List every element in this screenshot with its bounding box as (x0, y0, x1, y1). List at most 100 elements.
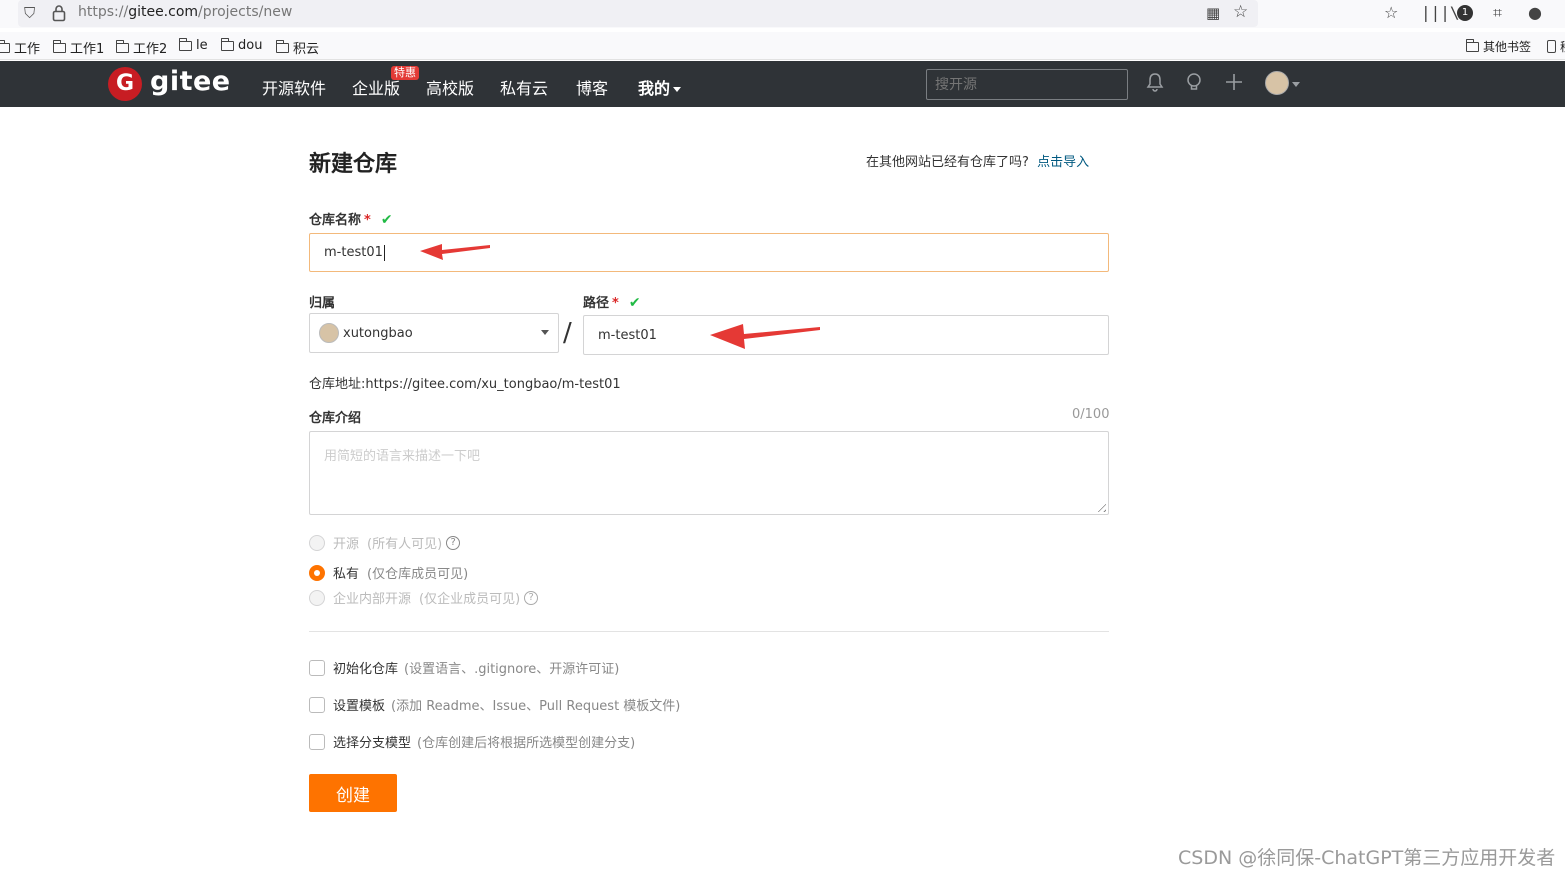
import-hint: 在其他网站已经有仓库了吗? 点击导入 (866, 151, 1089, 170)
repo-name-value: m-test01 (324, 245, 383, 260)
url-text[interactable]: https://gitee.com/projects/new (78, 4, 292, 20)
owner-label: 归属 (309, 296, 336, 311)
checkbox-label: 初始化仓库 (333, 662, 399, 677)
folder-icon (221, 37, 234, 51)
resize-handle-icon[interactable] (1094, 500, 1106, 512)
owner-select[interactable]: xutongbao (309, 313, 559, 353)
owner-value: xutongbao (343, 325, 413, 341)
checkbox-init-repo[interactable] (309, 659, 325, 676)
radio-open-source (309, 534, 325, 551)
bookmark-folder[interactable]: le (179, 37, 208, 53)
repo-address-label: 仓库地址: (309, 377, 366, 392)
phone-icon (1547, 40, 1556, 53)
bookmark-folder[interactable]: 工作2 (116, 38, 167, 57)
qr-code-icon[interactable]: ▦ (1206, 4, 1220, 22)
radio-hint: (仅企业成员可见) (419, 592, 521, 607)
radio-hint: (仅仓库成员可见) (367, 567, 469, 582)
library-icon[interactable]: |||\ (1421, 3, 1460, 22)
bookmark-label: dou (238, 38, 263, 53)
repo-name-label: 仓库名称 * ✔ (309, 209, 393, 228)
repo-address-value: https://gitee.com/xu_tongbao/m-test01 (365, 377, 621, 392)
nav-mine-label: 我的 (638, 79, 671, 98)
check-icon: ✔ (628, 295, 641, 311)
folder-icon (0, 39, 10, 53)
lightbulb-icon[interactable] (1185, 72, 1203, 97)
path-label-text: 路径 (583, 296, 610, 311)
bookmark-folder[interactable]: 积云 (276, 38, 319, 57)
bookmark-folder[interactable]: 工作1 (53, 38, 104, 57)
other-bookmarks-label: 其他书签 (1483, 40, 1532, 54)
chat-icon[interactable]: ● (1528, 3, 1542, 22)
visibility-open-source: 开源 (所有人可见) ? (309, 533, 461, 552)
chevron-down-icon (541, 330, 549, 335)
option-init-repo[interactable]: 初始化仓库 (设置语言、.gitignore、开源许可证) (309, 658, 619, 677)
help-icon[interactable]: ? (446, 535, 461, 550)
nav-open-source[interactable]: 开源软件 (262, 75, 326, 99)
create-repo-button[interactable]: 创建 (309, 774, 397, 812)
annotation-arrow-icon (710, 324, 820, 349)
chevron-down-icon[interactable] (1292, 82, 1300, 87)
bookmark-star-icon[interactable]: ☆ (1233, 2, 1248, 22)
folder-icon (179, 37, 192, 51)
bell-icon[interactable] (1146, 72, 1164, 97)
gitee-logo-icon[interactable]: G (108, 67, 142, 101)
folder-icon (276, 39, 289, 53)
intro-label: 仓库介绍 (309, 411, 362, 426)
radio-enterprise (309, 589, 325, 606)
radio-private[interactable] (309, 564, 325, 581)
intro-placeholder: 用简短的语言来描述一下吧 (324, 449, 481, 464)
repo-name-label-text: 仓库名称 (309, 213, 362, 228)
nav-private-cloud[interactable]: 私有云 (500, 75, 548, 99)
visibility-enterprise: 企业内部开源 (仅企业成员可见) ? (309, 588, 539, 607)
extension-badge-icon[interactable]: 1 (1457, 5, 1473, 21)
mobile-bookmarks[interactable]: 移 (1547, 38, 1565, 55)
page-title: 新建仓库 (309, 152, 398, 177)
reading-list-icon[interactable]: ☆ (1384, 3, 1398, 22)
bookmark-label: le (196, 38, 208, 53)
import-link[interactable]: 点击导入 (1037, 155, 1089, 170)
lock-icon[interactable] (52, 4, 66, 22)
option-templates[interactable]: 设置模板 (添加 Readme、Issue、Pull Request 模板文件) (309, 695, 680, 714)
bookmark-label: 积云 (293, 42, 320, 57)
shield-icon[interactable]: ⛉ (24, 4, 35, 22)
path-value: m-test01 (598, 327, 657, 343)
enterprise-promo-badge: 特惠 (391, 66, 419, 80)
gitee-logo-text[interactable]: gitee (150, 66, 231, 97)
site-search-input[interactable] (926, 69, 1128, 100)
folder-icon (116, 39, 129, 53)
visibility-private[interactable]: 私有 (仅仓库成员可见) (309, 563, 468, 582)
help-icon[interactable]: ? (524, 590, 539, 605)
user-avatar[interactable] (1265, 71, 1289, 95)
annotation-arrow-icon (420, 244, 490, 260)
bookmark-folder[interactable]: dou (221, 37, 263, 53)
path-label: 路径 * ✔ (583, 292, 641, 311)
other-bookmarks[interactable]: 其他书签 (1466, 38, 1531, 55)
checkbox-label: 选择分支模型 (333, 736, 412, 751)
owner-avatar (319, 323, 339, 343)
bookmarks-bar: 工作 工作1 工作2 le dou 积云 其他书签 移 (0, 32, 1565, 60)
required-mark: * (612, 296, 619, 311)
path-input[interactable]: m-test01 (583, 315, 1109, 355)
site-navbar: G gitee 开源软件 企业版 特惠 高校版 私有云 博客 我的 (0, 61, 1565, 107)
required-mark: * (364, 213, 371, 228)
bookmark-folder[interactable]: 工作 (0, 38, 40, 57)
checkbox-branch-model[interactable] (309, 733, 325, 750)
radio-label: 私有 (333, 567, 360, 582)
nav-blog[interactable]: 博客 (576, 75, 608, 99)
radio-label: 企业内部开源 (333, 592, 412, 607)
nav-mine[interactable]: 我的 (638, 75, 682, 99)
repo-address: 仓库地址:https://gitee.com/xu_tongbao/m-test… (309, 373, 621, 392)
bookmark-label: 工作1 (70, 42, 105, 57)
intro-char-counter: 0/100 (1072, 407, 1110, 422)
folder-icon (53, 39, 66, 53)
plus-icon[interactable] (1225, 72, 1243, 97)
checkbox-label: 设置模板 (333, 699, 386, 714)
owner-path-separator: / (563, 318, 572, 348)
checkbox-templates[interactable] (309, 696, 325, 713)
text-cursor (383, 244, 385, 261)
option-branch-model[interactable]: 选择分支模型 (仓库创建后将根据所选模型创建分支) (309, 732, 635, 751)
radio-label: 开源 (333, 537, 360, 552)
intro-textarea[interactable]: 用简短的语言来描述一下吧 (309, 431, 1109, 515)
crop-icon[interactable]: ⌗ (1493, 3, 1502, 23)
nav-education[interactable]: 高校版 (426, 75, 474, 99)
